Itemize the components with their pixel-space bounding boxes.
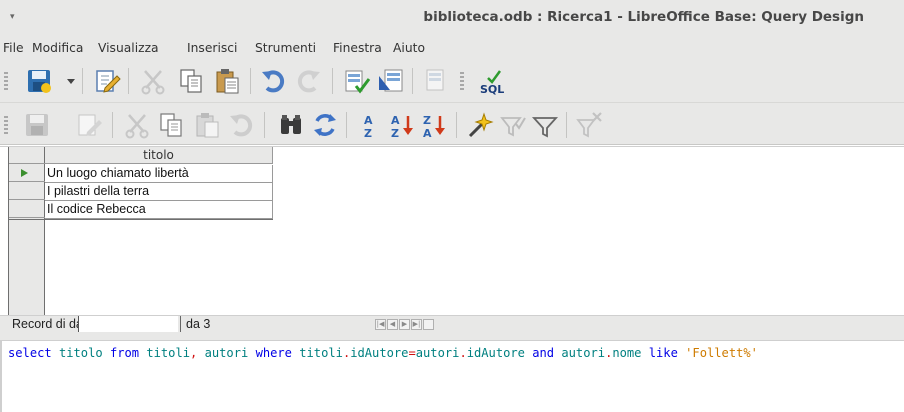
dropdown-arrow-icon[interactable] — [56, 66, 75, 96]
sql-token: where — [255, 346, 292, 360]
apply-filter-icon[interactable] — [498, 110, 528, 140]
find-record-icon[interactable] — [276, 110, 306, 140]
sort-ascending-icon[interactable]: AZ — [354, 110, 384, 140]
record-navigation-bar: Record di dati da 3 |◀ ◀ ▶ ▶| — [0, 315, 904, 332]
sql-token: from — [109, 346, 140, 360]
paste-icon[interactable] — [192, 110, 222, 140]
row-marker[interactable] — [9, 183, 45, 200]
sql-label: SQL — [480, 83, 504, 96]
last-record-icon[interactable]: ▶| — [411, 319, 422, 330]
grid-corner[interactable] — [9, 147, 45, 164]
sql-token: . — [459, 346, 467, 360]
grid-line — [8, 219, 273, 220]
menu-strumenti[interactable]: Strumenti — [255, 41, 316, 55]
sql-statement[interactable]: select titolo from titoli, autori where … — [8, 346, 758, 360]
save-icon[interactable] — [24, 66, 54, 96]
current-row-arrow-icon — [21, 169, 28, 177]
svg-text:Z: Z — [391, 127, 399, 140]
sql-token: autori — [204, 346, 249, 360]
sort-icon[interactable]: ZA — [420, 110, 450, 140]
sql-token: titolo — [58, 346, 103, 360]
copy-icon[interactable] — [156, 110, 186, 140]
window-menu-button[interactable]: ▾ — [10, 12, 15, 22]
save-record-icon[interactable] — [22, 110, 52, 140]
sort-descending-icon[interactable]: AZ — [388, 110, 418, 140]
row-marker-current[interactable] — [9, 165, 45, 182]
run-sql-directly-icon[interactable]: SQL — [478, 66, 508, 96]
redo-icon[interactable] — [294, 66, 324, 96]
row-header-column — [8, 147, 45, 316]
sql-token: titoli — [299, 346, 343, 360]
sql-token: = — [408, 346, 416, 360]
paste-icon[interactable] — [212, 66, 242, 96]
standard-filter-icon[interactable] — [530, 110, 560, 140]
record-number-input[interactable] — [78, 316, 178, 332]
previous-record-icon[interactable]: ◀ — [387, 319, 398, 330]
title-bar: ▾ biblioteca.odb : Ricerca1 - LibreOffic… — [0, 0, 904, 37]
sql-token: idAutore — [466, 346, 525, 360]
table-row[interactable]: I pilastri della terra — [45, 183, 273, 201]
menu-modifica[interactable]: Modifica — [32, 41, 83, 55]
menu-finestra[interactable]: Finestra — [333, 41, 382, 55]
first-record-icon[interactable]: |◀ — [375, 319, 386, 330]
result-grid: titolo Un luogo chiamato libertà I pilas… — [0, 146, 904, 316]
cut-icon[interactable] — [138, 66, 168, 96]
row-marker[interactable] — [9, 201, 45, 218]
copy-icon[interactable] — [176, 66, 206, 96]
svg-text:A: A — [364, 114, 373, 127]
menu-aiuto[interactable]: Aiuto — [393, 41, 425, 55]
sql-token: autori — [561, 346, 606, 360]
toolbar-separator-grip — [460, 72, 464, 90]
svg-text:Z: Z — [423, 114, 431, 127]
sql-token: autori — [415, 346, 460, 360]
edit-mode-icon[interactable] — [92, 66, 122, 96]
reset-filter-icon[interactable] — [574, 110, 604, 140]
window-title: biblioteca.odb : Ricerca1 - LibreOffice … — [423, 9, 864, 25]
sql-token: select — [8, 346, 52, 360]
sql-token: like — [648, 346, 678, 360]
divider — [180, 316, 181, 332]
table-row[interactable]: Il codice Rebecca — [45, 201, 273, 219]
design-toolbar: SQL — [0, 59, 904, 103]
svg-text:A: A — [391, 114, 400, 127]
record-count-label: da 3 — [186, 317, 211, 331]
clear-query-icon[interactable] — [376, 66, 406, 96]
new-record-icon[interactable] — [423, 319, 434, 330]
run-query-icon[interactable] — [342, 66, 372, 96]
svg-text:Z: Z — [364, 127, 372, 140]
next-record-icon[interactable]: ▶ — [399, 319, 410, 330]
autofilter-icon[interactable] — [464, 110, 494, 140]
sql-token: , — [190, 346, 205, 360]
data-toolbar: AZ AZ ZA — [0, 103, 904, 145]
sql-editor[interactable]: select titolo from titoli, autori where … — [0, 341, 904, 412]
menu-bar: File Modifica Visualizza Inserisci Strum… — [0, 37, 904, 59]
sql-token: idAutore — [350, 346, 409, 360]
sql-token: titoli — [146, 346, 191, 360]
table-row[interactable]: Un luogo chiamato libertà — [45, 165, 273, 183]
menu-inserisci[interactable]: Inserisci — [187, 41, 237, 55]
sql-token: 'Follett%' — [685, 346, 758, 360]
column-header-titolo[interactable]: titolo — [45, 147, 273, 164]
toolbar-grip[interactable] — [4, 72, 8, 90]
sql-token: and — [532, 346, 555, 360]
svg-text:A: A — [423, 127, 432, 140]
menu-file[interactable]: File — [3, 41, 24, 55]
undo-icon[interactable] — [226, 110, 256, 140]
sql-token: nome — [612, 346, 642, 360]
design-view-off-icon[interactable] — [422, 66, 452, 96]
refresh-icon[interactable] — [310, 110, 340, 140]
cut-icon[interactable] — [122, 110, 152, 140]
toolbar-grip[interactable] — [4, 116, 8, 134]
undo-icon[interactable] — [258, 66, 288, 96]
edit-data-icon[interactable] — [74, 110, 104, 140]
pane-splitter[interactable] — [0, 332, 904, 341]
menu-visualizza[interactable]: Visualizza — [98, 41, 159, 55]
